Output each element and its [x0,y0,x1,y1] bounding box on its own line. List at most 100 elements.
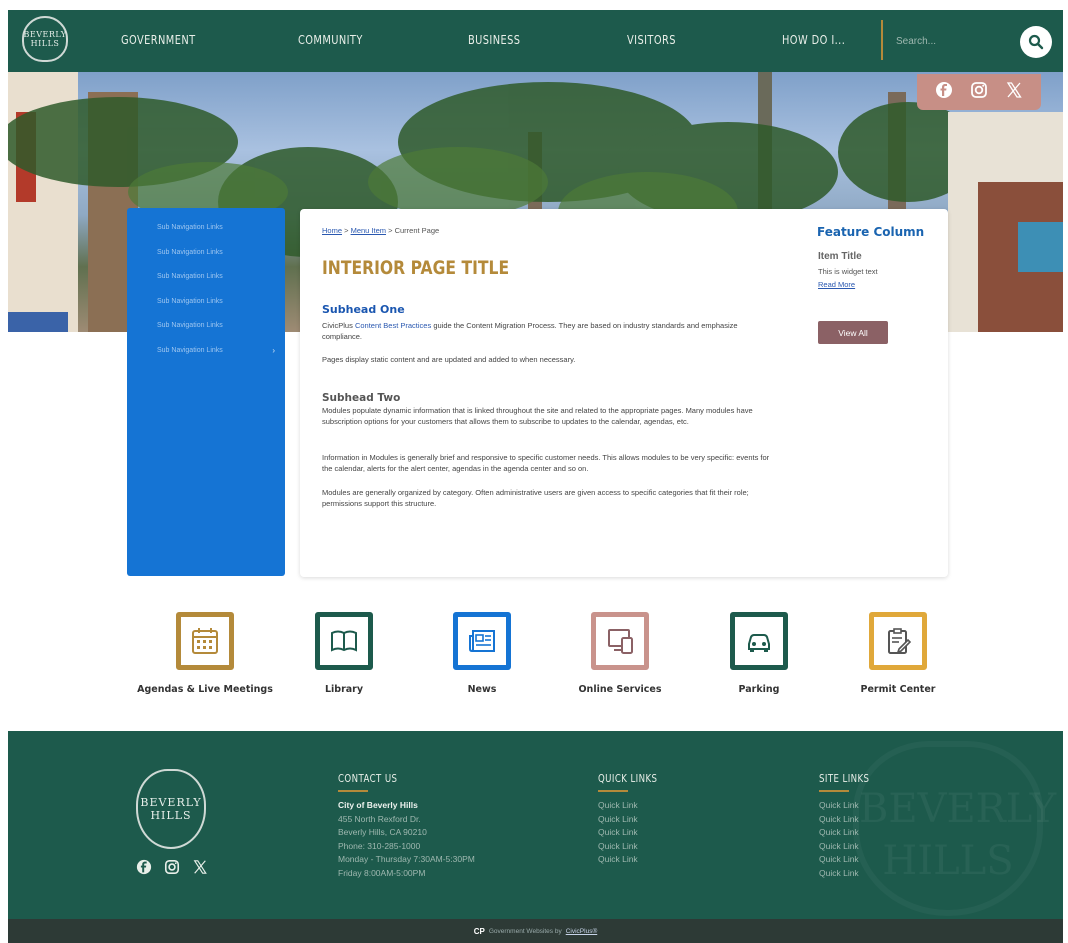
quick-link[interactable]: Quick Link [598,840,638,854]
paragraph-4: Information in Modules is generally brie… [322,453,770,473]
tile-library[interactable]: Library [274,612,414,695]
copyright-text: Government Websites by [488,927,562,935]
footer-city-logo[interactable]: BEVERLY HILLS [136,769,206,849]
view-all-button[interactable]: View All [818,321,888,344]
search-icon [1028,34,1044,50]
nav-how-do-i[interactable]: HOW DO I... [782,33,845,47]
calendar-icon [192,628,218,654]
quick-access-tiles: Agendas & Live Meetings Library News Onl… [0,612,1068,712]
nav-visitors[interactable]: VISITORS [627,33,676,47]
heading-underline [819,790,849,792]
feature-column-title: Feature Column [817,225,925,239]
page-title: INTERIOR PAGE TITLE [322,257,510,279]
contact-name: City of Beverly Hills [338,800,418,810]
footer-logo-line2: HILLS [150,809,192,822]
subnav-item-expandable[interactable]: Sub Navigation Links › [127,339,285,364]
site-link[interactable]: Quick Link [819,867,859,881]
site-link[interactable]: Quick Link [819,813,859,827]
facebook-icon[interactable] [136,859,152,879]
subnav-item[interactable]: Sub Navigation Links [127,314,285,339]
content-best-practices-link[interactable]: Content Best Practices [355,321,431,330]
x-icon[interactable] [1005,81,1023,104]
quick-link[interactable]: Quick Link [598,826,638,840]
tile-icon-box [315,612,373,670]
nav-community[interactable]: COMMUNITY [298,33,363,47]
quick-link[interactable]: Quick Link [598,813,638,827]
civicplus-link[interactable]: CivicPlus® [566,928,598,935]
quick-links-list: Quick Link Quick Link Quick Link Quick L… [598,799,638,867]
subnav-item-label: Sub Navigation Links [157,346,223,354]
contact-hours-1: Monday - Thursday 7:30AM-5:30PM [338,854,475,864]
tile-agendas[interactable]: Agendas & Live Meetings [135,612,275,695]
tile-label: News [467,684,497,695]
tile-icon-box [453,612,511,670]
footer-logo-line1: BEVERLY [140,796,202,809]
car-icon [748,634,770,652]
tile-online-services[interactable]: Online Services [550,612,690,695]
tile-icon-box [591,612,649,670]
breadcrumb-current: Current Page [394,226,440,235]
search-button[interactable] [1020,26,1052,58]
tile-icon-box [730,612,788,670]
watermark-text-line1: BEVERLY [859,786,1057,832]
clipboard-icon [888,628,912,654]
x-icon[interactable] [192,859,208,879]
instagram-icon[interactable] [164,859,180,879]
tile-label: Parking [738,684,780,695]
copyright-bar: CP Government Websites by CivicPlus® [8,919,1063,943]
site-link[interactable]: Quick Link [819,799,859,813]
tile-parking[interactable]: Parking [689,612,829,695]
footer-watermark-logo: BEVERLY HILLS [853,741,1057,916]
paragraph-text: CivicPlus [322,321,355,330]
site-link[interactable]: Quick Link [819,853,859,867]
logo-text-line2: HILLS [30,39,60,48]
quick-link[interactable]: Quick Link [598,799,638,813]
paragraph-3: Modules populate dynamic information tha… [322,406,753,426]
city-logo[interactable]: BEVERLY HILLS [22,16,68,62]
main-content: Home > Menu Item > Current Page INTERIOR… [300,209,948,577]
quick-link[interactable]: Quick Link [598,853,638,867]
tile-icon-box [869,612,927,670]
paragraph-5: Modules are generally organized by categ… [322,488,749,508]
footer-social-links [136,859,208,879]
subnav-item[interactable]: Sub Navigation Links [127,216,285,241]
tile-news[interactable]: News [412,612,552,695]
contact-phone: Phone: 310-285-1000 [338,840,421,851]
read-more-link[interactable]: Read More [818,280,855,289]
contact-heading: CONTACT US [338,773,398,785]
civicplus-logo-icon: CP [473,926,485,936]
heading-underline [338,790,368,792]
contact-city: Beverly Hills, CA 90210 [338,827,427,837]
breadcrumb-separator: > [386,226,395,235]
feature-item-title: Item Title [818,251,862,262]
breadcrumb-separator: > [342,226,351,235]
tile-label: Agendas & Live Meetings [137,684,273,695]
quick-links-heading: QUICK LINKS [598,773,658,785]
site-header: BEVERLY HILLS GOVERNMENT COMMUNITY BUSIN… [8,10,1063,72]
facebook-icon[interactable] [935,81,953,104]
chevron-right-icon[interactable]: › [272,339,275,363]
subnav-item[interactable]: Sub Navigation Links [127,265,285,290]
tile-label: Online Services [578,684,662,695]
site-link[interactable]: Quick Link [819,826,859,840]
breadcrumb-home[interactable]: Home [322,226,342,235]
nav-business[interactable]: BUSINESS [468,33,520,47]
nav-government[interactable]: GOVERNMENT [121,33,196,47]
tile-permit-center[interactable]: Permit Center [828,612,968,695]
tile-label: Permit Center [860,684,936,695]
breadcrumb-menu-item[interactable]: Menu Item [351,226,386,235]
subnav-item[interactable]: Sub Navigation Links [127,290,285,315]
search-input[interactable] [896,32,1006,50]
tile-label: Library [324,684,364,695]
subnav-item[interactable]: Sub Navigation Links [127,241,285,266]
instagram-icon[interactable] [970,81,988,104]
nav-divider [881,20,883,60]
logo-text-line1: BEVERLY [23,30,67,39]
site-link[interactable]: Quick Link [819,840,859,854]
heading-underline [598,790,628,792]
tile-icon-box [176,612,234,670]
contact-info: City of Beverly Hills 455 North Rexford … [338,799,475,880]
contact-hours-2: Friday 8:00AM-5:00PM [338,867,426,878]
subhead-two: Subhead Two [322,392,401,404]
site-links-list: Quick Link Quick Link Quick Link Quick L… [819,799,859,880]
